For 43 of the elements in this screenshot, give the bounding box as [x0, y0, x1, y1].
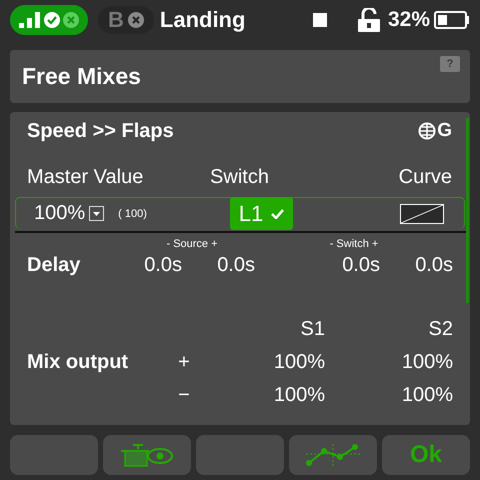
- output-column-header: S1: [300, 318, 325, 341]
- output-value[interactable]: 100%: [209, 384, 325, 407]
- signal-icon: [19, 12, 41, 28]
- switch-caption: - Switch +: [328, 238, 380, 252]
- curve-icon: [306, 444, 360, 466]
- unlock-icon: [358, 8, 380, 32]
- column-header: Switch: [209, 166, 270, 190]
- globe-icon: [418, 122, 436, 140]
- mix-title: Speed >> Flaps: [27, 120, 174, 142]
- column-header: Master Value: [27, 166, 144, 190]
- sign-label: +: [177, 351, 191, 374]
- close-circle-icon: [128, 12, 144, 28]
- preview-button[interactable]: [103, 435, 191, 475]
- source-caption: - Source +: [165, 238, 219, 252]
- delay-label: Delay: [27, 254, 82, 276]
- output-value[interactable]: 100%: [325, 384, 453, 407]
- mix-output-label: Mix output: [27, 351, 130, 374]
- dropdown-icon[interactable]: [89, 206, 104, 221]
- battery-percent: 32%: [388, 8, 430, 32]
- curve-graph-icon[interactable]: [400, 204, 444, 224]
- delay-value[interactable]: 0.0s: [255, 254, 380, 276]
- curve-button[interactable]: [289, 435, 377, 475]
- master-value[interactable]: 100%: [34, 202, 86, 225]
- delay-value[interactable]: 0.0s: [182, 254, 255, 276]
- column-header: Curve: [398, 166, 452, 190]
- output-value[interactable]: 100%: [325, 351, 453, 374]
- preview-icon: [121, 443, 173, 467]
- check-icon: [271, 208, 284, 219]
- battery-icon: [434, 10, 470, 30]
- stop-icon: [312, 13, 327, 27]
- scrollbar[interactable]: [466, 118, 469, 303]
- model-name: Landing: [160, 7, 246, 33]
- sign-label: −: [177, 384, 191, 407]
- output-value[interactable]: 100%: [209, 351, 325, 374]
- output-column-header: S2: [428, 318, 453, 341]
- page-title: Free Mixes: [22, 63, 141, 90]
- scope-label: G: [437, 120, 452, 142]
- check-circle-icon: [44, 12, 60, 28]
- receiver-letter: B: [108, 7, 124, 33]
- delay-value[interactable]: 0.0s: [380, 254, 453, 276]
- delay-value[interactable]: 0.0s: [129, 254, 182, 276]
- raw-value: ( 100): [118, 208, 147, 220]
- close-circle-icon: [63, 12, 79, 28]
